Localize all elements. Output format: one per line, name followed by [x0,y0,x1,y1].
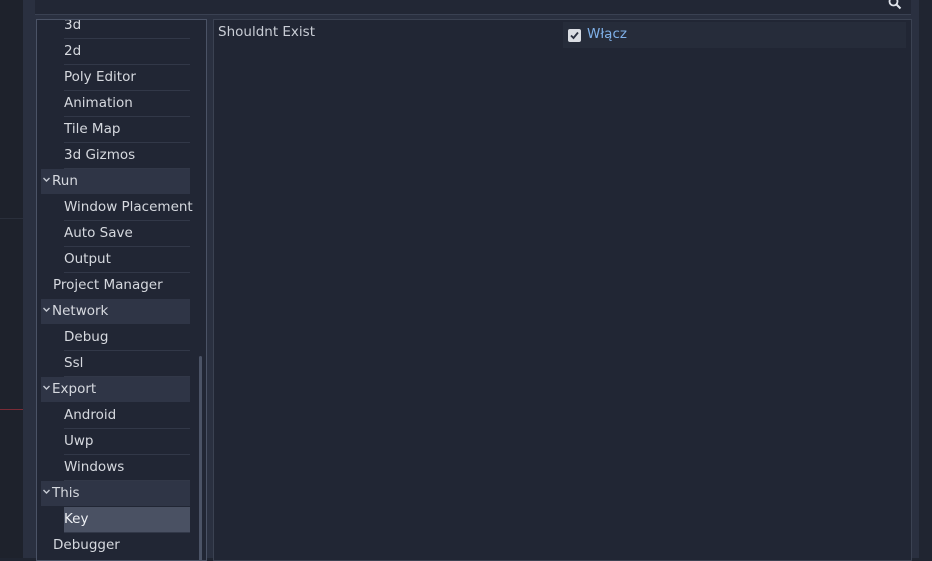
tree-item-label: Window Placement [64,199,193,215]
divider [0,218,23,219]
tree-item-label: Ssl [64,355,84,371]
tree-item-label: This [52,485,80,501]
tree-section-this[interactable]: This [41,481,190,506]
tree-item-debugger[interactable]: Debugger [53,533,190,558]
search-icon[interactable] [888,0,904,10]
tree-item-key[interactable]: Key [64,507,190,533]
tree-item-label: 2d [64,43,82,59]
tree-item-android[interactable]: Android [64,403,190,429]
tree-item-2d[interactable]: 2d [64,39,190,65]
tree-item-poly-editor[interactable]: Poly Editor [64,65,190,91]
tree-item-ssl[interactable]: Ssl [64,351,190,377]
tree-item-window-placement[interactable]: Window Placement [64,195,193,221]
tree-item-label: Project Manager [53,277,163,293]
tree-section-network[interactable]: Network [41,299,190,324]
tree-item-tile-map[interactable]: Tile Map [64,117,190,143]
tree-item-3d[interactable]: 3d [64,19,190,39]
tree-item-label: Debug [64,329,109,345]
search-bar[interactable] [35,0,911,15]
tree-item-project-manager[interactable]: Project Manager [53,273,190,298]
chevron-down-icon[interactable] [42,481,52,506]
enable-checkbox[interactable] [568,29,581,42]
tree-item-label: Network [52,303,109,319]
tree-item-debug[interactable]: Debug [64,325,190,351]
property-inspector: Shouldnt Exist Włącz [213,19,912,561]
tree-section-run[interactable]: Run [41,169,190,194]
checkmark-icon [570,31,579,40]
tree-item-label: Android [64,407,117,423]
editor-background-strip [0,0,23,558]
tree-item-output[interactable]: Output [64,247,190,273]
tree-item-label: Output [64,251,111,267]
chevron-down-icon[interactable] [42,299,52,324]
tree-item-label: Uwp [64,433,94,449]
tree-section-export[interactable]: Export [41,377,190,402]
tree-item-3d-gizmos[interactable]: 3d Gizmos [64,143,190,169]
divider-red [0,409,23,410]
settings-tree[interactable]: 3d 2d Poly Editor Animation Tile Map 3d Gizmo… [36,19,207,561]
tree-item-label: Debugger [53,537,120,553]
tree-item-label: Key [64,511,89,527]
tree-item-animation[interactable]: Animation [64,91,190,117]
property-name: Shouldnt Exist [218,24,315,40]
tree-item-label: Auto Save [64,225,133,241]
chevron-down-icon[interactable] [42,377,52,402]
tree-item-uwp[interactable]: Uwp [64,429,190,455]
tree-item-auto-save[interactable]: Auto Save [64,221,190,247]
chevron-down-icon[interactable] [42,169,52,194]
tree-item-label: 3d [64,19,82,33]
property-value: Włącz [563,22,906,48]
tree-item-label: Tile Map [64,121,121,137]
tree-scrollbar[interactable] [199,356,202,560]
tree-item-label: Windows [64,459,125,475]
tree-item-label: Run [52,173,78,189]
enable-checkbox-label[interactable]: Włącz [587,26,627,42]
tree-item-label: Poly Editor [64,69,136,85]
tree-item-label: Animation [64,95,133,111]
tree-item-windows[interactable]: Windows [64,455,190,481]
tree-item-label: Export [52,381,97,397]
tree-item-label: 3d Gizmos [64,147,136,163]
